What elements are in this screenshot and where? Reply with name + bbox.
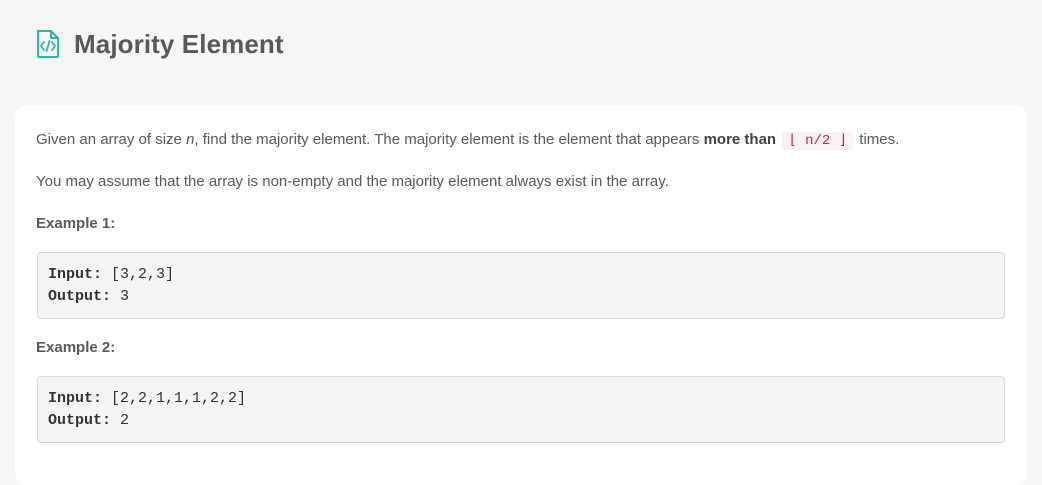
example-2-code-block: Input: [2,2,1,1,1,2,2] Output: 2 (37, 376, 1005, 443)
example-2-output-row: Output: 2 (48, 412, 130, 429)
example-2-input-row: Input: [2,2,1,1,1,2,2] (48, 390, 247, 407)
emphasis-more-than: more than (703, 131, 777, 148)
problem-description-card: Given an array of size n, find the major… (15, 105, 1027, 485)
code-file-icon (36, 30, 60, 58)
example-1-output-row: Output: 3 (48, 288, 130, 305)
page-title: Majority Element (74, 28, 284, 59)
floor-n-half-code: ⌊ n/2 ⌋ (782, 132, 854, 150)
problem-statement: Given an array of size n, find the major… (36, 131, 900, 150)
example-1-input-row: Input: [3,2,3] (48, 266, 175, 283)
problem-assumption: You may assume that the array is non-emp… (36, 173, 669, 190)
example-2-label: Example 2: (36, 339, 116, 356)
problem-header: Majority Element (36, 28, 284, 60)
example-1-label: Example 1: (36, 215, 116, 232)
example-1-code-block: Input: [3,2,3] Output: 3 (37, 252, 1005, 319)
